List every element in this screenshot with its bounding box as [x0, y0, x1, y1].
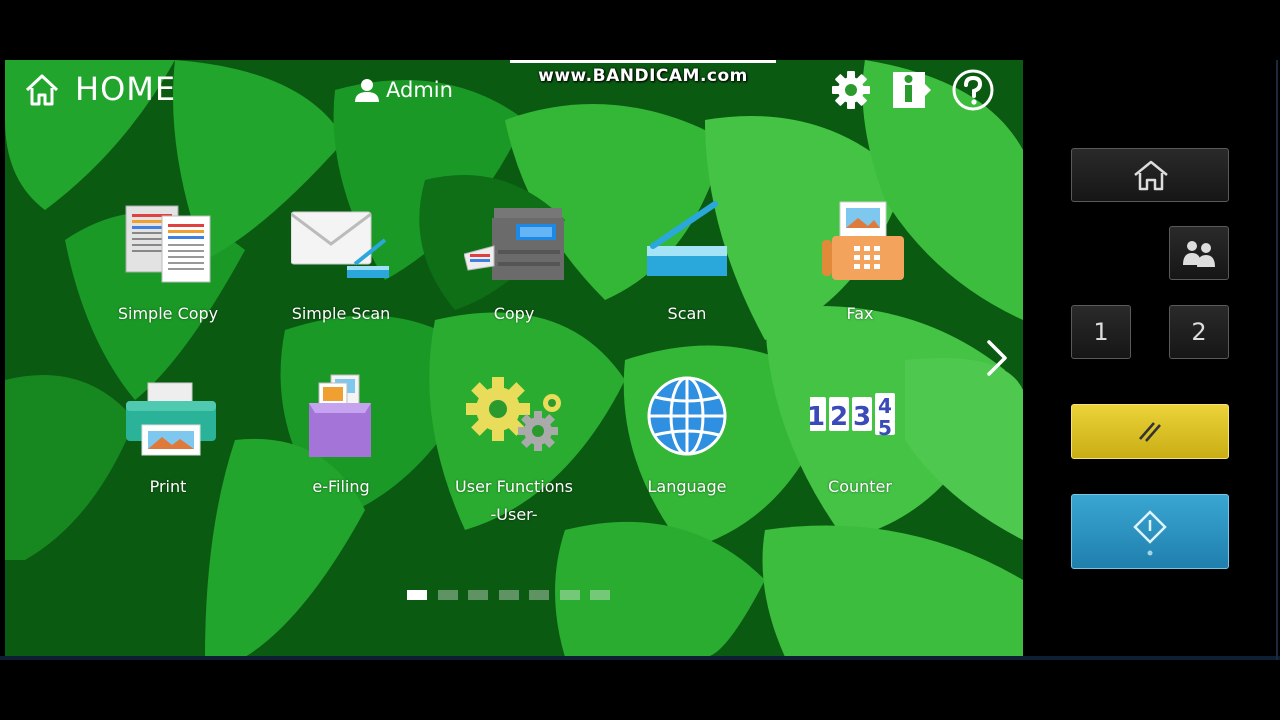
app-fax[interactable]: Fax [780, 200, 940, 350]
scan-icon [647, 201, 727, 276]
page-dot[interactable] [498, 590, 519, 600]
simple-copy-icon [125, 205, 211, 283]
app-label-sub: -User- [490, 505, 538, 524]
user-functions-icon [466, 377, 561, 451]
app-label: User Functions [455, 477, 573, 496]
hardware-clear-button[interactable] [1071, 404, 1229, 459]
hardware-home-button[interactable] [1071, 148, 1229, 202]
top-bar: HOME Admin www.BANDICAM.com [5, 60, 1023, 120]
app-copy[interactable]: Copy [434, 200, 594, 350]
app-label: Fax [846, 304, 874, 323]
page-dot[interactable] [437, 590, 458, 600]
app-label: Counter [828, 477, 892, 496]
counter-digit: 2 [830, 402, 848, 432]
page-dot[interactable] [407, 590, 427, 600]
app-label: e-Filing [312, 477, 370, 496]
hardware-start-button[interactable] [1071, 494, 1229, 569]
page-title: HOME [75, 70, 177, 108]
app-simple-scan[interactable]: Simple Scan [261, 200, 421, 350]
hardware-key-1[interactable]: 1 [1071, 305, 1131, 359]
touch-panel-screen: HOME Admin www.BANDICAM.com Simple Copy … [5, 60, 1023, 657]
page-dot[interactable] [529, 590, 549, 600]
fax-icon [822, 201, 904, 280]
information-icon[interactable] [889, 68, 933, 112]
app-label: Language [647, 477, 727, 496]
app-simple-copy[interactable]: Simple Copy [88, 200, 248, 350]
home-icon[interactable] [23, 72, 61, 108]
recording-watermark: www.BANDICAM.com [510, 60, 776, 91]
user-switch-icon [1183, 241, 1215, 267]
language-globe-icon [647, 376, 727, 456]
app-label: Simple Copy [117, 304, 219, 323]
screen-bottom-border [0, 656, 1280, 660]
simple-scan-icon [291, 211, 389, 278]
page-dot[interactable] [559, 590, 580, 600]
app-label: Scan [667, 304, 707, 323]
hardware-user-switch-button[interactable] [1169, 226, 1229, 280]
counter-icon: 1 2 3 4 5 [810, 393, 895, 440]
settings-gear-icon[interactable] [829, 68, 873, 112]
user-name[interactable]: Admin [386, 78, 453, 102]
counter-digit: 1 [810, 402, 825, 432]
help-icon[interactable] [951, 68, 995, 112]
counter-digit: 5 [878, 416, 892, 440]
page-dot[interactable] [590, 590, 610, 600]
window-edge [1276, 60, 1278, 660]
clear-icon [1139, 422, 1161, 442]
counter-digit: 4 [878, 394, 892, 418]
print-icon [126, 382, 216, 456]
copy-icon [464, 208, 564, 280]
counter-digit: 3 [853, 402, 871, 432]
app-print[interactable]: Print [88, 373, 248, 523]
hardware-key-2[interactable]: 2 [1169, 305, 1229, 359]
app-label: Copy [493, 304, 535, 323]
start-icon [1133, 510, 1167, 556]
next-page-arrow-icon[interactable] [983, 338, 1011, 378]
app-e-filing[interactable]: e-Filing [261, 373, 421, 523]
user-icon [355, 79, 379, 102]
app-counter[interactable]: 1 2 3 4 5 Counter [780, 373, 940, 523]
app-label: Print [149, 477, 187, 496]
app-label: Simple Scan [291, 304, 391, 323]
e-filing-icon [309, 374, 371, 457]
home-icon [1134, 160, 1168, 191]
app-user-functions[interactable]: User Functions -User- [434, 373, 594, 524]
green-leaf-background [5, 60, 1023, 657]
app-language[interactable]: Language [607, 373, 767, 523]
page-dot[interactable] [468, 590, 488, 600]
app-scan[interactable]: Scan [607, 200, 767, 350]
